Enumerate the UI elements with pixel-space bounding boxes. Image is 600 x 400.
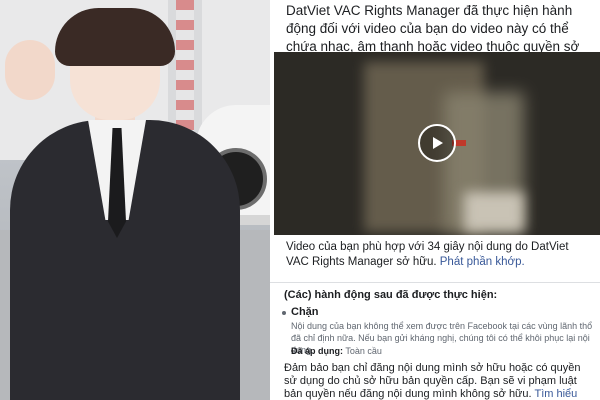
play-match-link[interactable]: Phát phần khớp. — [440, 256, 525, 268]
photo-hair — [55, 8, 175, 66]
action-title: Chặn — [291, 306, 319, 318]
video-frame-shape — [464, 192, 524, 232]
photo-hand — [5, 40, 55, 100]
applied-label: Đã áp dụng: — [291, 346, 343, 356]
play-icon — [433, 137, 443, 149]
video-match-caption: Video của bạn phù hợp với 34 giây nội du… — [286, 240, 586, 270]
actions-title: (Các) hành động sau đã được thực hiện: — [284, 289, 498, 301]
play-button[interactable] — [418, 124, 456, 162]
copyright-notice-panel: DatViet VAC Rights Manager đã thực hiện … — [270, 0, 600, 400]
action-applied: Đã áp dụng: Toàn cầu — [291, 346, 591, 356]
video-preview[interactable] — [274, 52, 600, 235]
video-match-text: Video của bạn phù hợp với 34 giây nội du… — [286, 241, 569, 268]
divider — [270, 282, 600, 283]
applied-value: Toàn cầu — [345, 346, 382, 356]
bullet-icon — [282, 311, 286, 315]
profile-photo — [0, 0, 270, 400]
footer-note: Đảm bảo bạn chỉ đăng nội dung mình sở hữ… — [284, 362, 596, 400]
